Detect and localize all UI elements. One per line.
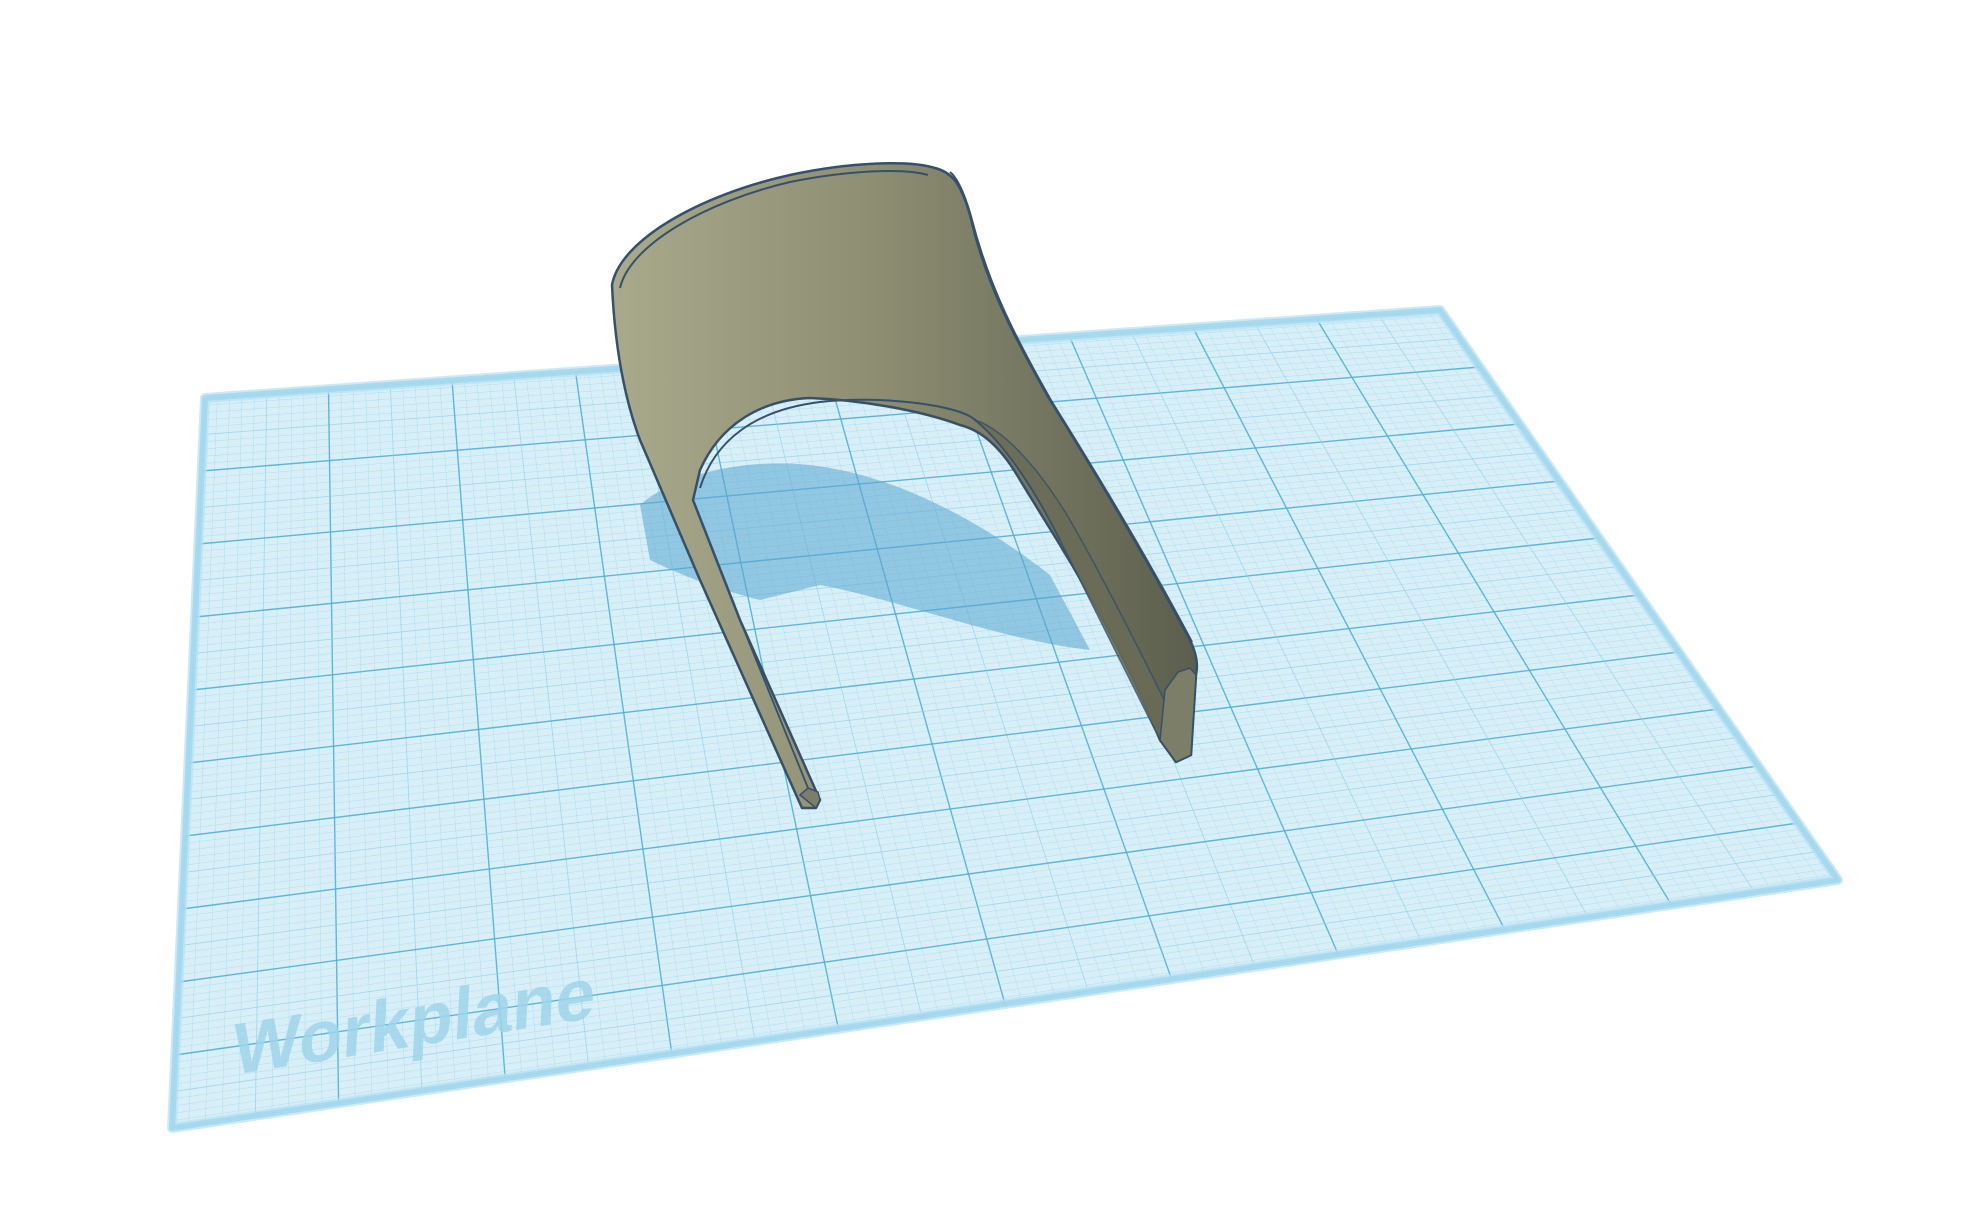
viewport-canvas[interactable]: Workplane	[0, 0, 1975, 1222]
3d-viewport[interactable]: Workplane	[0, 0, 1975, 1222]
